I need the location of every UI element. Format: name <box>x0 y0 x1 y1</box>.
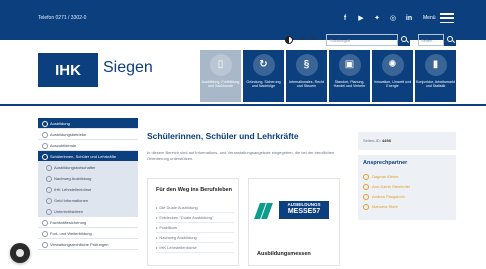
side-navigation: Ausbildung Ausbildungsbetriebe Auszubild… <box>38 118 138 250</box>
paragraph-icon: § <box>295 54 318 76</box>
sidenav-item-nachweg[interactable]: Nachweg Ausbildung <box>38 173 138 184</box>
linkedin-icon[interactable]: in <box>404 13 414 23</box>
category-ausbildung[interactable]: ▯ Ausbildung, Fortbildung und Sachkunde <box>200 50 241 102</box>
category-label: Innovation, Umwelt und Energie <box>373 80 412 89</box>
category-standort[interactable]: ▣ Standort, Planung, Handel und Verkehr <box>329 50 370 102</box>
search-input[interactable]: Suchbegriff <box>326 34 398 46</box>
logo-city: Siegen <box>103 59 153 76</box>
intro-text: In diesem Bereich sind auf Informations-… <box>147 150 335 161</box>
facebook-icon[interactable]: f <box>340 13 350 23</box>
category-international[interactable]: § Internationales, Recht und Steuern <box>286 50 327 102</box>
category-label: Internationales, Recht und Steuern <box>289 80 324 89</box>
sidenav-item-ausbildung[interactable]: Ausbildung <box>38 118 138 129</box>
contact-link[interactable]: Dagmar Kleine <box>363 172 410 182</box>
career-path-link[interactable]: Entdecken "Duale Ausbildung" <box>156 213 234 223</box>
category-label: Standort, Planung, Handel und Verkehr <box>333 80 366 89</box>
fair-banner: AUSBILDUNGS MESSE57 <box>279 201 329 219</box>
sidenav-item-fachkraefte[interactable]: Fachkräftesicherung <box>38 217 138 228</box>
chat-button-icon[interactable] <box>10 243 30 263</box>
contacts-box: Ansprechpartner Dagmar Kleine Ann-Katrin… <box>358 155 456 220</box>
search-button-icon[interactable] <box>398 34 410 46</box>
search-scope-select[interactable]: Seiten <box>418 34 444 46</box>
fair-banner-big: MESSE57 <box>287 207 321 215</box>
bus-icon: ▣ <box>338 54 361 76</box>
contacts-title: Ansprechpartner <box>363 160 408 166</box>
sidenav-item-geld[interactable]: Geld Informationen <box>38 195 138 206</box>
sidenav-item-pruefungen[interactable]: Verwaltungsrechtliche Prüfungen <box>38 239 138 250</box>
header-rule <box>0 104 486 106</box>
career-path-link[interactable]: Die Duale Ausbildung <box>156 203 234 213</box>
twitter-icon[interactable]: ✦ <box>372 13 382 23</box>
contrast-toggle-icon[interactable] <box>285 36 293 44</box>
sidenav-item-schueler[interactable]: Schülerinnen, Schüler und Lehrkräfte <box>38 151 138 162</box>
fair-title: Ausbildungsmessen <box>257 251 311 257</box>
category-konjunktur[interactable]: ▮ Konjunktur, Arbeitsmarkt und Statistik <box>415 50 456 102</box>
sidenav-item-botschafter[interactable]: Ausbildungsbotschafter <box>38 162 138 173</box>
sidenav-item-lehrstellenboerse[interactable]: IHK Lehrstellenbörse <box>38 184 138 195</box>
category-nav: ▯ Ausbildung, Fortbildung und Sachkunde … <box>200 50 456 102</box>
fair-logo-icon <box>254 203 273 219</box>
career-path-title: Für den Weg ins Berufsleben <box>156 187 232 193</box>
career-path-link[interactable]: Nachweg Ausbildung <box>156 233 234 243</box>
page-id-value: 4498 <box>381 138 391 143</box>
phone-number[interactable]: Telefon 0271 / 3302-0 <box>38 15 86 21</box>
sidenav-item-unterrichtsideen[interactable]: Unterrichtsideen <box>38 206 138 217</box>
contact-link[interactable]: Andrea Pangsioch <box>363 192 410 202</box>
career-path-link[interactable]: Praktikum <box>156 223 234 233</box>
bulb-icon: ✺ <box>381 54 404 76</box>
chart-icon: ▮ <box>424 54 447 76</box>
instagram-icon[interactable]: ◎ <box>388 13 398 23</box>
category-label: Konjunktur, Arbeitsmarkt und Statistik <box>416 80 455 89</box>
category-innovation[interactable]: ✺ Innovation, Umwelt und Energie <box>372 50 413 102</box>
category-label: Gründung, Sicherung und Nachfolge <box>246 80 281 89</box>
category-label: Ausbildung, Fortbildung und Sachkunde <box>201 80 240 89</box>
menu-label[interactable]: Menü <box>423 15 436 21</box>
page-id-label: Seiten-ID: <box>363 138 381 143</box>
sidenav-item-weiterbildung[interactable]: Fort- und Weiterbildung <box>38 228 138 239</box>
logo-mark: IHK <box>38 53 98 87</box>
fair-box[interactable]: AUSBILDUNGS MESSE57 Ausbildungsmessen <box>248 178 340 266</box>
contact-link[interactable]: Ann-Katrin Steinhofel <box>363 182 410 192</box>
career-path-box: Für den Weg ins Berufsleben Die Duale Au… <box>147 178 239 266</box>
contact-link[interactable]: Manuela Stahl <box>363 202 410 212</box>
page-title: Schülerinnen, Schüler und Lehrkräfte <box>147 131 299 141</box>
category-gruendung[interactable]: ↻ Gründung, Sicherung und Nachfolge <box>243 50 284 102</box>
book-icon: ▯ <box>209 54 232 76</box>
fair-banner-top: AUSBILDUNGS <box>287 202 321 207</box>
refresh-icon: ↻ <box>252 54 275 76</box>
career-path-link[interactable]: IHK Lehrstellenbörse <box>156 243 234 253</box>
social-icons: f ▶ ✦ ◎ in <box>340 13 414 23</box>
font-larger-button[interactable]: a+ <box>311 36 318 42</box>
sidenav-item-auszubildende[interactable]: Auszubildende <box>38 140 138 151</box>
ihk-logo[interactable]: IHK Siegen <box>38 53 153 87</box>
page-id-box: Seiten-ID: 4498 <box>358 132 456 150</box>
font-smaller-button[interactable]: a- <box>300 36 305 42</box>
sidenav-item-ausbildungsbetriebe[interactable]: Ausbildungsbetriebe <box>38 129 138 140</box>
top-bar: Telefon 0271 / 3302-0 f ▶ ✦ ◎ in Menü <box>0 0 486 40</box>
hamburger-menu-icon[interactable] <box>440 13 454 23</box>
search-submit-icon[interactable] <box>444 34 456 46</box>
youtube-icon[interactable]: ▶ <box>356 13 366 23</box>
